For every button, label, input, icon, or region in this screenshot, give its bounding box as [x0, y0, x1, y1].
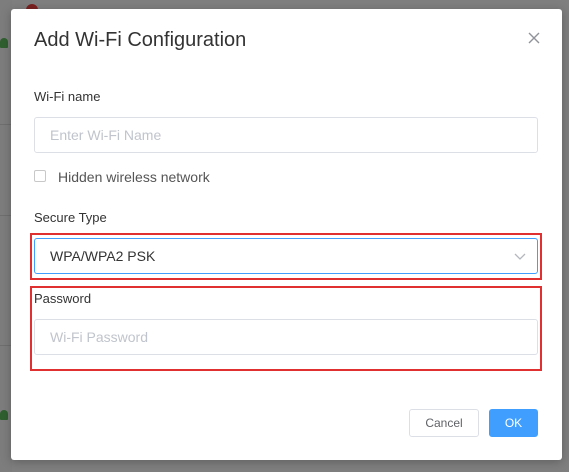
secure-type-select[interactable]: WPA/WPA2 PSK — [34, 238, 538, 274]
hidden-network-checkbox[interactable] — [34, 170, 46, 182]
android-icon — [0, 38, 8, 48]
close-icon[interactable] — [526, 30, 542, 46]
dialog-title: Add Wi-Fi Configuration — [34, 29, 247, 51]
hidden-network-label[interactable]: Hidden wireless network — [58, 169, 210, 185]
secure-type-label: Secure Type — [34, 210, 107, 225]
add-wifi-dialog: Add Wi-Fi Configuration Wi-Fi name Hidde… — [11, 9, 562, 460]
android-icon — [0, 410, 8, 420]
secure-type-value: WPA/WPA2 PSK — [50, 248, 156, 264]
wifi-name-input[interactable] — [34, 117, 538, 153]
ok-button[interactable]: OK — [489, 409, 538, 437]
cancel-button[interactable]: Cancel — [409, 409, 479, 437]
password-input[interactable] — [34, 319, 538, 355]
password-label: Password — [34, 291, 92, 306]
wifi-name-label: Wi-Fi name — [34, 89, 101, 104]
chevron-down-icon — [514, 253, 526, 260]
